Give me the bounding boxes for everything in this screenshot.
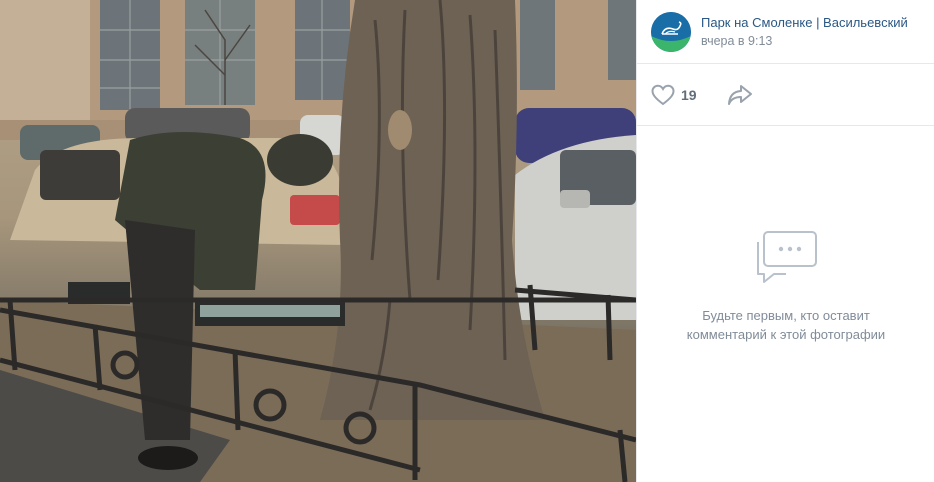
post-actions: 19 <box>637 64 934 126</box>
photo-scene <box>0 0 636 482</box>
swan-logo-icon <box>651 11 691 52</box>
like-button[interactable]: 19 <box>651 84 697 106</box>
group-avatar[interactable] <box>651 11 691 52</box>
post-photo[interactable] <box>0 0 636 482</box>
like-count: 19 <box>681 86 697 103</box>
empty-comments-line2: комментарий к этой фотографии <box>686 327 886 342</box>
header-text: Парк на Смоленке | Васильевский вчера в … <box>701 15 922 48</box>
share-arrow-icon <box>727 84 752 105</box>
empty-comments-line1: Будьте первым, кто оставит <box>702 308 870 323</box>
heart-outline-icon <box>651 84 675 105</box>
photo-viewer: Парк на Смоленке | Васильевский вчера в … <box>0 0 934 482</box>
side-panel: Парк на Смоленке | Васильевский вчера в … <box>636 0 934 482</box>
post-header: Парк на Смоленке | Васильевский вчера в … <box>637 0 934 64</box>
group-name-link[interactable]: Парк на Смоленке | Васильевский <box>701 15 922 30</box>
comments-empty-state: Будьте первым, кто оставит комментарий к… <box>637 230 934 344</box>
share-button[interactable] <box>727 84 753 106</box>
post-time[interactable]: вчера в 9:13 <box>701 34 922 48</box>
comment-bubble-icon <box>757 231 817 283</box>
